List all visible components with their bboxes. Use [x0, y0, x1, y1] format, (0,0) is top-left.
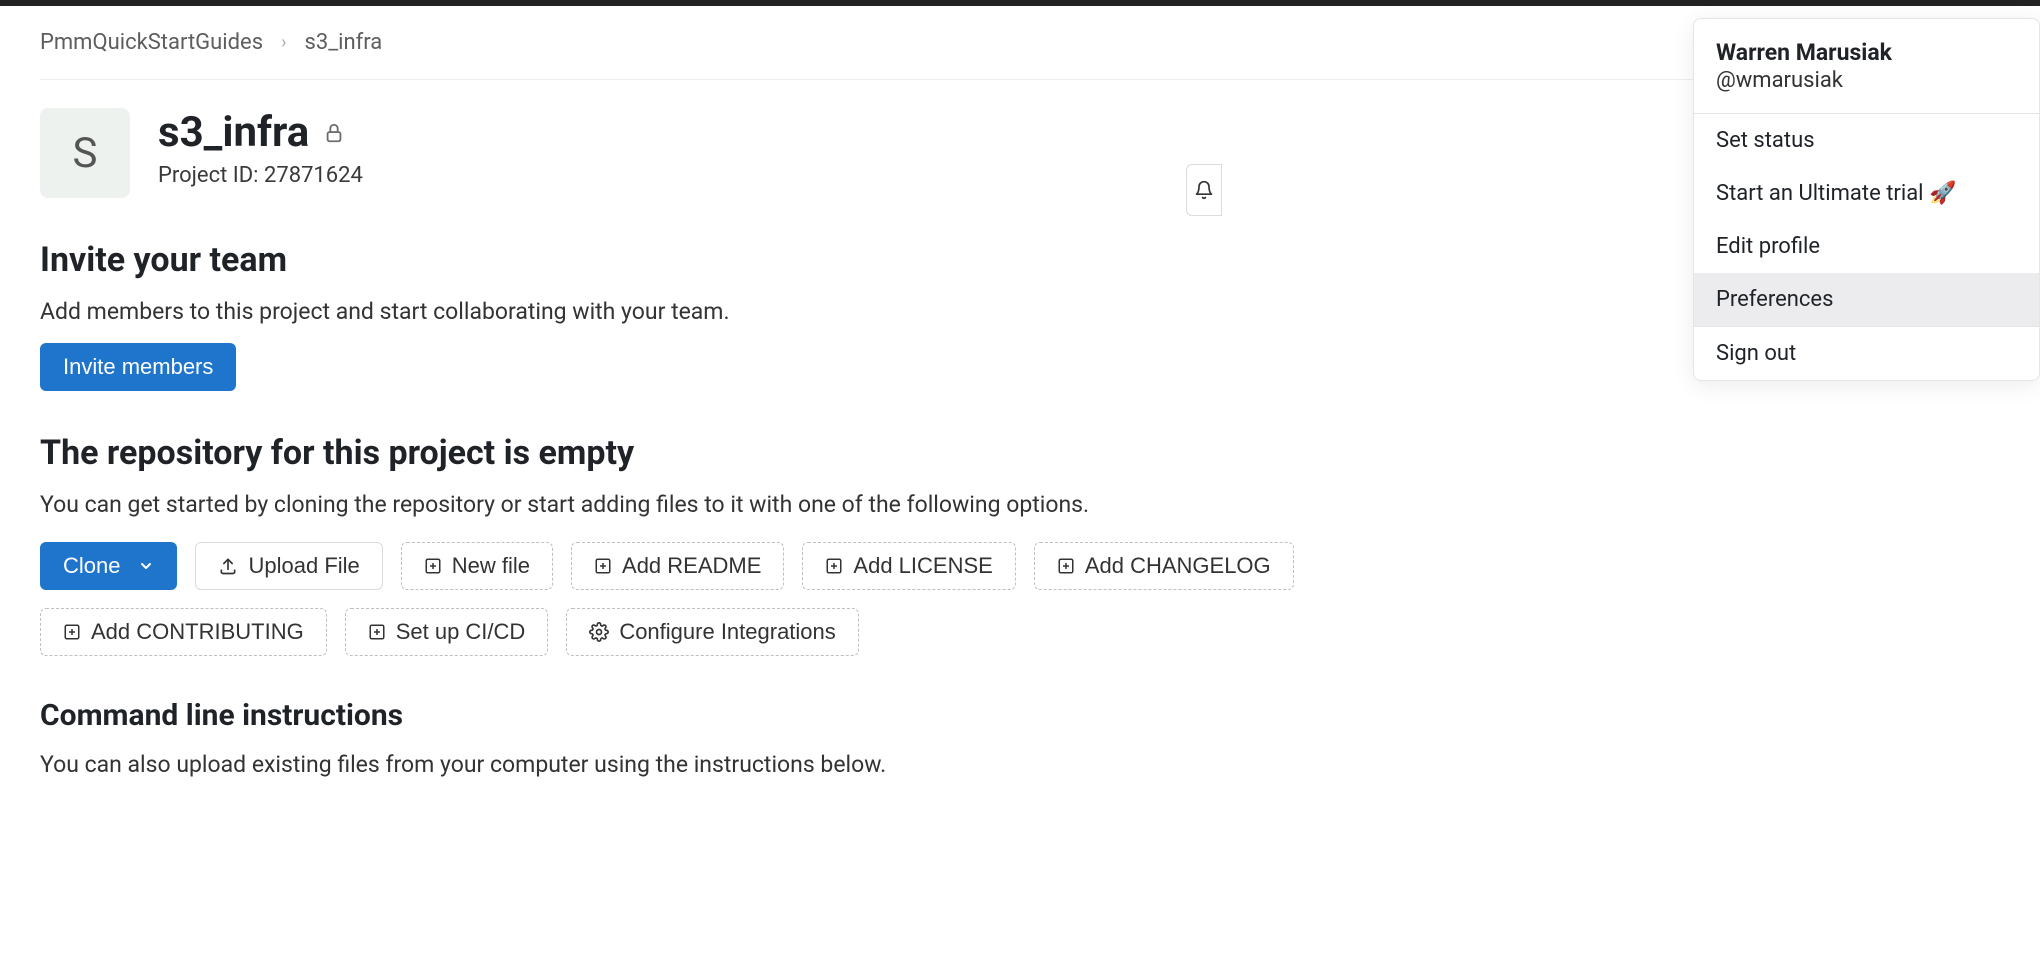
- new-file-label: New file: [452, 555, 530, 577]
- empty-repo-lead: You can get started by cloning the repos…: [40, 491, 2000, 518]
- gear-icon: [589, 622, 609, 642]
- project-avatar-letter: S: [73, 129, 98, 178]
- plus-square-icon: [368, 623, 386, 641]
- configure-integrations-label: Configure Integrations: [619, 621, 835, 643]
- plus-square-icon: [1057, 557, 1075, 575]
- notifications-button[interactable]: [1186, 164, 1222, 216]
- add-readme-button[interactable]: Add README: [571, 542, 784, 590]
- add-license-label: Add LICENSE: [853, 555, 992, 577]
- user-menu-set-status[interactable]: Set status: [1694, 114, 2039, 167]
- add-contributing-button[interactable]: Add CONTRIBUTING: [40, 608, 327, 656]
- user-menu: Warren Marusiak @wmarusiak Set status St…: [1693, 18, 2040, 381]
- add-changelog-label: Add CHANGELOG: [1085, 555, 1271, 577]
- configure-integrations-button[interactable]: Configure Integrations: [566, 608, 858, 656]
- setup-cicd-button[interactable]: Set up CI/CD: [345, 608, 549, 656]
- user-menu-sign-out[interactable]: Sign out: [1694, 327, 2039, 380]
- chevron-down-icon: [138, 558, 154, 574]
- empty-repo-heading: The repository for this project is empty: [40, 433, 2000, 473]
- user-menu-start-trial[interactable]: Start an Ultimate trial 🚀: [1694, 167, 2039, 220]
- upload-icon: [218, 556, 238, 576]
- upload-file-button[interactable]: Upload File: [195, 542, 382, 590]
- invite-members-button[interactable]: Invite members: [40, 343, 236, 391]
- user-menu-edit-profile[interactable]: Edit profile: [1694, 220, 2039, 273]
- plus-square-icon: [424, 557, 442, 575]
- plus-square-icon: [825, 557, 843, 575]
- breadcrumb-current[interactable]: s3_infra: [304, 30, 382, 55]
- upload-file-label: Upload File: [248, 555, 359, 577]
- file-actions: Clone Upload File New file Add README Ad…: [40, 542, 1390, 656]
- clone-label: Clone: [63, 555, 120, 577]
- user-menu-header: Warren Marusiak @wmarusiak: [1694, 19, 2039, 114]
- add-contributing-label: Add CONTRIBUTING: [91, 621, 304, 643]
- user-menu-handle: @wmarusiak: [1716, 68, 2017, 93]
- cli-heading: Command line instructions: [40, 698, 2000, 733]
- add-readme-label: Add README: [622, 555, 761, 577]
- lock-icon: [323, 122, 345, 144]
- breadcrumb-separator-icon: ›: [281, 32, 286, 53]
- project-avatar: S: [40, 108, 130, 198]
- cli-lead: You can also upload existing files from …: [40, 751, 2000, 778]
- plus-square-icon: [63, 623, 81, 641]
- project-name: s3_infra: [158, 108, 309, 157]
- invite-members-label: Invite members: [63, 356, 213, 378]
- page-content: PmmQuickStartGuides › s3_infra S s3_infr…: [0, 6, 2040, 856]
- setup-cicd-label: Set up CI/CD: [396, 621, 526, 643]
- clone-button[interactable]: Clone: [40, 542, 177, 590]
- user-menu-preferences[interactable]: Preferences: [1694, 273, 2039, 326]
- breadcrumb-root[interactable]: PmmQuickStartGuides: [40, 30, 263, 55]
- add-license-button[interactable]: Add LICENSE: [802, 542, 1015, 590]
- add-changelog-button[interactable]: Add CHANGELOG: [1034, 542, 1294, 590]
- new-file-button[interactable]: New file: [401, 542, 553, 590]
- project-id: Project ID: 27871624: [158, 163, 363, 188]
- plus-square-icon: [594, 557, 612, 575]
- user-menu-name: Warren Marusiak: [1716, 39, 2017, 66]
- bell-icon: [1194, 180, 1214, 200]
- project-header-text: s3_infra Project ID: 27871624: [158, 108, 363, 188]
